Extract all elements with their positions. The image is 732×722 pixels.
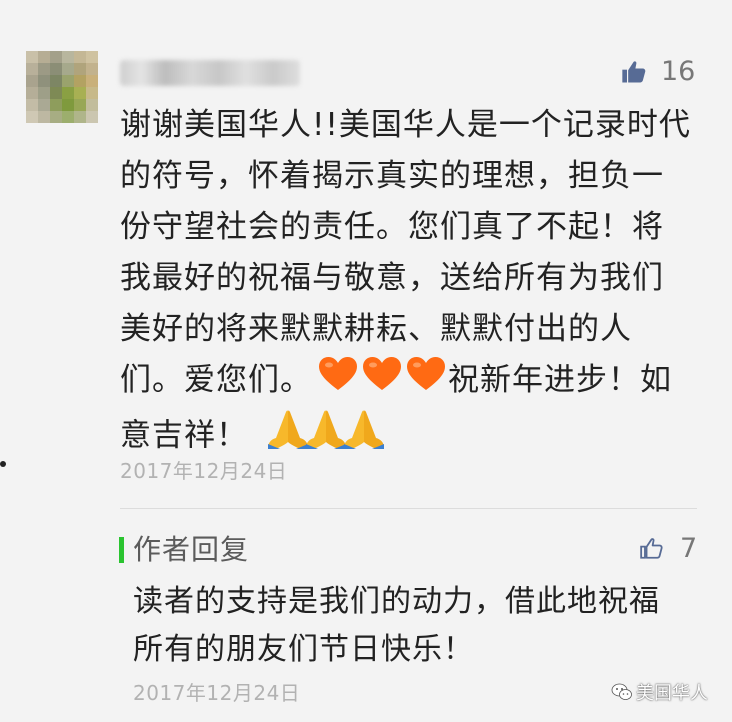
side-marker-dot — [0, 461, 6, 467]
watermark-text: 美国华人 — [636, 683, 708, 704]
reply-like-count: 7 — [680, 533, 698, 564]
comment-line-part: 们。爱您们。 — [120, 362, 312, 398]
comment-line: 我最好的祝福与敬意，送给所有为我们 — [120, 260, 664, 296]
reply-divider — [120, 508, 697, 509]
reply-label: 作者回复 — [133, 533, 250, 566]
comment-line: 美好的将来默默耕耘、默默付出的人 — [120, 311, 632, 347]
comment-line-part: 祝新年进步！如 — [448, 362, 672, 398]
commenter-avatar[interactable] — [26, 51, 98, 123]
orange-heart-icon — [406, 356, 446, 408]
folded-hands-icon — [342, 408, 386, 466]
reply-date: 2017年12月24日 — [133, 681, 301, 705]
comment-line-emoji: 们。爱您们。 祝新年进步！如 — [120, 355, 700, 408]
reply-accent-bar — [119, 537, 124, 563]
reply-body: 读者的支持是我们的动力，借此地祝福 所有的朋友们节日快乐！ — [133, 578, 693, 674]
reply-like-button[interactable]: 7 — [638, 533, 697, 564]
comment-line: 谢谢美国华人!!美国华人是一个记录时代 — [120, 107, 691, 143]
comment-line: 份守望社会的责任。您们真了不起！将 — [120, 209, 664, 245]
orange-heart-icon — [318, 356, 358, 408]
reply-line: 读者的支持是我们的动力，借此地祝福 — [133, 584, 660, 619]
source-watermark: 美国华人 — [611, 679, 708, 705]
thumbs-up-icon — [622, 60, 646, 82]
orange-heart-icon — [362, 356, 402, 408]
comment-date: 2017年12月24日 — [120, 459, 288, 483]
thumbs-up-outline-icon — [640, 538, 663, 559]
comment-like-button[interactable]: 16 — [620, 56, 695, 87]
comment-line: 的符号，怀着揭示真实的理想，担负一 — [120, 158, 664, 194]
comment-body: 谢谢美国华人!!美国华人是一个记录时代 的符号，怀着揭示真实的理想，担负一 份守… — [120, 100, 700, 466]
comment-like-count: 16 — [661, 56, 696, 87]
comment-line-part: 意吉祥！ — [120, 417, 248, 453]
wechat-icon — [611, 683, 632, 700]
commenter-name-blurred[interactable] — [120, 60, 300, 86]
reply-line: 所有的朋友们节日快乐！ — [133, 632, 474, 667]
